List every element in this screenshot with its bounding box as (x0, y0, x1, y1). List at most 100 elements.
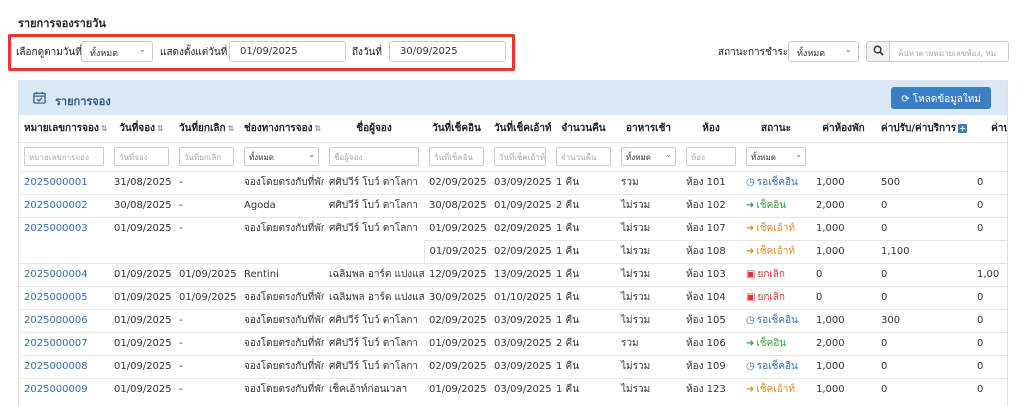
cell-status: ◷ รอเช็คอิน (741, 170, 811, 194)
table-row[interactable]: 2025000006 01/09/2025- จองโดยตรงกับที่พักศ… (19, 308, 1007, 332)
table-row[interactable]: 2025000008 01/09/2025- จองโดยตรงกับที่พักศ… (19, 354, 1007, 378)
cell-checkout: 03/09/2025 (489, 170, 551, 194)
calendar-check-icon (33, 91, 46, 104)
cell-booking-date: 01/09/2025 (109, 308, 174, 332)
cell-booking-no: 2025000007 (19, 331, 109, 355)
cell-booking-no: 2025000009 (19, 377, 109, 401)
cell-status: ◷ รอเช็คอิน (741, 354, 811, 378)
cell-booking-date: 01/09/2025 (109, 262, 174, 286)
table-row[interactable]: 2025000002 30/08/2025- Agoda ศศิปวีร์ โบว์ … (19, 193, 1007, 217)
cell-guest (324, 240, 424, 263)
filter-booking-no-input[interactable]: หมายเลขการจอง (24, 147, 104, 166)
filter-status-select[interactable]: ทั้งหมด ⌄ (746, 147, 806, 166)
from-date-input[interactable]: 01/09/2025 (229, 41, 346, 62)
add-icon[interactable]: + (958, 123, 968, 133)
cell-checkout: 13/09/2025 (489, 262, 551, 286)
filter-checkin-input[interactable]: วันที่เช็คอิน (429, 147, 484, 166)
cell-extra: 0 (972, 216, 1007, 240)
cell-room-rate: 1,000 (811, 170, 876, 194)
cell-checkout: 03/09/2025 (489, 308, 551, 332)
from-date-label: แสดงตั้งแต่วันที่ (160, 47, 228, 58)
filter-channel-select[interactable]: ทั้งหมด ⌄ (244, 147, 319, 166)
cell-breakfast: ไม่รวม (616, 354, 681, 378)
payment-status-value: ทั้งหมด (797, 49, 826, 59)
chevron-down-icon: ⌄ (308, 150, 315, 159)
booking-link[interactable]: 2025000004 (24, 269, 88, 280)
clock-icon: ◷ (746, 315, 755, 326)
table-row[interactable]: 2025000003 01/09/2025- จองโดยตรงกับที่พักศ… (19, 216, 1007, 240)
table-row[interactable]: 2025000009 01/09/2025- จองโดยตรงกับที่พักเ… (19, 377, 1007, 401)
filter-breakfast-select[interactable]: ทั้งหมด ⌄ (621, 147, 676, 166)
cell-checkout: 03/09/2025 (489, 377, 551, 401)
cell-cancel-date: - (174, 193, 239, 217)
table-row[interactable]: 2025000004 01/09/2025 01/09/2025 Rentini เฉล… (19, 262, 1007, 286)
col-booking-date[interactable]: วันที่จอง ⇅ (109, 115, 174, 142)
cell-checkout: 02/09/2025 (489, 239, 551, 263)
booking-link[interactable]: 2025000007 (24, 338, 88, 349)
cell-fee: 0 (876, 377, 972, 401)
search-button[interactable] (866, 41, 890, 62)
cell-room-rate: 1,000 (811, 216, 876, 240)
calendar-x-icon: ▣ (746, 269, 756, 280)
cell-extra: 0 (972, 331, 1007, 355)
refresh-icon: ⟳ (901, 94, 910, 105)
filter-guest-input[interactable]: ชื่อผู้จอง (329, 147, 419, 166)
booking-link[interactable]: 2025000009 (24, 384, 88, 395)
filter-room-input[interactable]: ห้อง (686, 147, 736, 166)
cell-status: ➜ เช็คเอ้าท์ (741, 377, 811, 401)
filter-checkout-input[interactable]: วันที่เช็คเอ้าท์ (494, 147, 546, 166)
cell-booking-no: 2025000002 (19, 193, 109, 217)
table-row[interactable]: 2025000005 01/09/2025 01/09/2025 จองโดยตรงก… (19, 285, 1007, 309)
cell-guest: ศศิปวีร์ โบว์ ตาโลกา (324, 193, 424, 217)
cell-breakfast: รวม (616, 170, 681, 194)
table-row[interactable]: 2025000007 01/09/2025- จองโดยตรงกับที่พักศ… (19, 331, 1007, 355)
cell-fee: 0 (876, 216, 972, 240)
cell-checkout: 02/09/2025 (489, 216, 551, 240)
to-date-input[interactable]: 30/09/2025 (389, 41, 506, 62)
reload-button[interactable]: ⟳ โหลดข้อมูลใหม่ (891, 87, 991, 109)
col-booking-no[interactable]: หมายเลขการจอง ⇅ (19, 115, 109, 142)
cell-checkin: 30/09/2025 (424, 285, 489, 309)
select-date-dropdown[interactable]: ทั้งหมด ⌄ (81, 41, 153, 62)
cell-nights: 2 คืน (551, 331, 616, 355)
status-label: รอเช็คอิน (756, 361, 798, 372)
cell-checkout: 03/09/2025 (489, 354, 551, 378)
cell-checkin: 02/09/2025 (424, 170, 489, 194)
booking-link[interactable]: 2025000008 (24, 361, 88, 372)
payment-status-dropdown[interactable]: ทั้งหมด ⌄ (788, 41, 859, 62)
booking-link[interactable]: 2025000006 (24, 315, 88, 326)
filter-nights-input[interactable]: จำนวนคืน (556, 147, 611, 166)
cell-fee: 1,100 (876, 239, 972, 263)
cell-checkin: 01/09/2025 (424, 216, 489, 240)
col-breakfast: อาหารเช้า (625, 122, 672, 134)
chevron-down-icon: ⌄ (795, 150, 802, 159)
cell-extra: 0 (972, 354, 1007, 378)
cell-room-rate: 1,000 (811, 239, 876, 263)
cell-nights: 1 คืน (551, 285, 616, 309)
search-input[interactable]: ค้นหาตามหมายเลขห้อง, หม (889, 41, 1009, 62)
sort-icon: ⇅ (227, 123, 235, 133)
filter-cancel-date-input[interactable]: วันที่ยกเลิก (179, 147, 234, 166)
cell-checkin: 01/09/2025 (424, 377, 489, 401)
booking-link[interactable]: 2025000005 (24, 292, 88, 303)
booking-link[interactable]: 2025000003 (24, 223, 88, 234)
cell-cancel-date: - (174, 377, 239, 401)
table-row[interactable]: 01/09/2025 02/09/2025 1 คืน ไม่รวม ห้อง 108 ➜… (19, 239, 1007, 263)
cell-booking-no: 2025000008 (19, 354, 109, 378)
cell-nights: 1 คืน (551, 377, 616, 401)
status-label: เช็คเอ้าท์ (756, 384, 795, 396)
to-date-label: ถึงวันที่ (352, 47, 382, 58)
col-channel[interactable]: ช่องทางการจอง ⇅ (239, 115, 324, 142)
cell-status: ▣ ยกเลิก (741, 262, 811, 286)
cell-booking-date: 01/09/2025 (109, 354, 174, 378)
col-checkout: วันที่เช็คเอ้าท์ (494, 122, 551, 134)
booking-link[interactable]: 2025000002 (24, 200, 88, 211)
cell-booking-no: 2025000005 (19, 285, 109, 309)
table-row[interactable]: 2025000001 31/08/2025- จองโดยตรงกับที่พักศ… (19, 170, 1007, 194)
cell-cancel-date: 01/09/2025 (174, 262, 239, 286)
sort-icon: ⇅ (100, 123, 108, 133)
col-cancel-date[interactable]: วันที่ยกเลิก ⇅ (174, 115, 239, 142)
booking-link[interactable]: 2025000001 (24, 177, 88, 188)
filter-booking-date-input[interactable]: วันที่จอง (114, 147, 169, 166)
cell-guest: เช็คเอ้าท์ก่อนเวลา (324, 377, 424, 401)
